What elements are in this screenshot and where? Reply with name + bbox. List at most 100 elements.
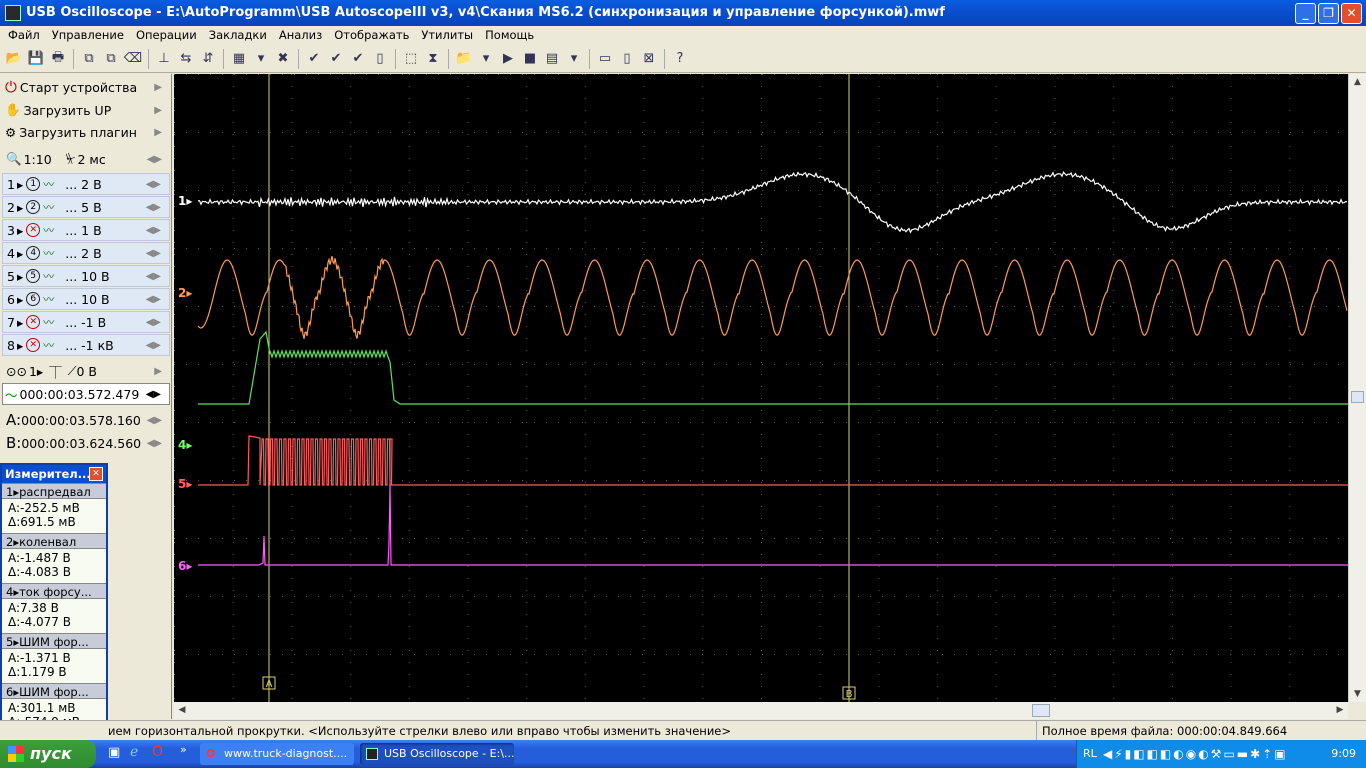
check-down-icon[interactable]: ✔ <box>348 49 368 69</box>
scroll-thumb[interactable] <box>1351 391 1364 403</box>
left-right-arrows-icon[interactable]: ◀▶ <box>146 248 161 259</box>
channel-row-6[interactable]: 6 ▸ 6 〰 ... 10 В ◀▶ <box>2 288 170 310</box>
quicklaunch-icon[interactable]: ▣ <box>108 745 120 760</box>
frame-icon[interactable]: ⬚ <box>401 49 421 69</box>
filter-icon[interactable]: ⧗ <box>423 49 443 69</box>
left-right-arrows-icon[interactable]: ◀▶ <box>147 154 162 165</box>
menu-control[interactable]: Управление <box>46 26 130 45</box>
channel-label-2[interactable]: 2▸ <box>178 286 192 300</box>
play-icon[interactable]: ▶ <box>498 49 518 69</box>
stop-icon[interactable]: ■ <box>520 49 540 69</box>
scroll-left-icon[interactable]: ◀ <box>174 702 190 719</box>
start-button[interactable]: пуск <box>0 740 96 768</box>
doc-icon[interactable]: ▯ <box>617 49 637 69</box>
marker-delete-icon[interactable]: ✖ <box>273 49 293 69</box>
vertical-scrollbar[interactable]: ▲ ▼ <box>1348 74 1366 702</box>
page-icon[interactable]: ▯ <box>370 49 390 69</box>
menu-operations[interactable]: Операции <box>130 26 203 45</box>
channel-row-3[interactable]: 3 ▸ ✕ 〰 ... 1 В ◀▶ <box>2 219 170 241</box>
taskbar-task-oscilloscope[interactable]: USB Oscilloscope - E:\... <box>360 743 514 765</box>
cursor-b-row[interactable]: B: 000:00:03.624.560 ◀▶ <box>2 432 170 454</box>
channel-row-2[interactable]: 2 ▸ 2 〰 ... 5 В ◀▶ <box>2 196 170 218</box>
language-indicator[interactable]: RL <box>1083 740 1097 768</box>
cursor-a-row[interactable]: A: 000:00:03.578.160 ◀▶ <box>2 409 170 431</box>
scroll-up-icon[interactable]: ▲ <box>1349 74 1366 90</box>
menu-view[interactable]: Отображать <box>328 26 415 45</box>
chevron-icon[interactable]: » <box>180 743 187 756</box>
cursor-time-field[interactable]: 〜 000:00:03.572.479 ◀▶ <box>2 383 170 405</box>
channel-enable-icon[interactable]: 5 <box>26 269 41 283</box>
check-all-icon[interactable]: ✔ <box>326 49 346 69</box>
left-right-arrows-icon[interactable]: ◀▶ <box>146 271 161 282</box>
channel-label-4[interactable]: 4▸ <box>178 438 192 452</box>
scroll-right-icon[interactable]: ▶ <box>1332 702 1348 719</box>
chart-icon[interactable]: ▭ <box>595 49 615 69</box>
tray-icons[interactable]: ◀⚡▮◧◧◧◐◉◐⚒▭▬✱⇡▣ <box>1103 740 1288 768</box>
check-icon[interactable]: ✔ <box>304 49 324 69</box>
left-right-arrows-icon[interactable]: ◀▶ <box>146 179 161 190</box>
channel-enable-icon[interactable]: 4 <box>26 246 41 260</box>
left-right-arrows-icon[interactable]: ◀▶ <box>146 340 161 351</box>
scroll-icon[interactable]: ⇆ <box>176 49 196 69</box>
trigger-row[interactable]: ⊙⊙ 1 ▸ ⏉ ⟋ 0 В ▶ <box>2 360 170 382</box>
channel-enable-icon[interactable]: 1 <box>26 177 41 191</box>
channel-enable-icon[interactable]: 6 <box>26 292 41 306</box>
save-icon[interactable]: 💾 <box>26 49 46 69</box>
channel-row-7[interactable]: 7 ▸ ✕ 〰 ... -1 В ◀▶ <box>2 311 170 333</box>
minimize-button[interactable]: _ <box>1295 3 1316 24</box>
channel-row-4[interactable]: 4 ▸ 4 〰 ... 2 В ◀▶ <box>2 242 170 264</box>
menu-utilities[interactable]: Утилиты <box>415 26 479 45</box>
start-device-item[interactable]: ⏻ Старт устройства ▶ <box>2 76 170 98</box>
channel-row-1[interactable]: 1 ▸ 1 〰 ... 2 В ◀▶ <box>2 173 170 195</box>
left-right-arrows-icon[interactable]: ◀▶ <box>146 317 161 328</box>
measurements-title-bar[interactable]: Измерител... ✕ <box>2 465 106 483</box>
dropdown-arrow-icon[interactable]: ▾ <box>476 49 496 69</box>
left-right-arrows-icon[interactable]: ◀▶ <box>147 415 162 426</box>
channel-label-6[interactable]: 6▸ <box>178 559 192 573</box>
grid-icon[interactable]: ▤ <box>542 49 562 69</box>
channel-row-8[interactable]: 8 ▸ ✕ 〰 ... -1 кВ ◀▶ <box>2 334 170 356</box>
opera-icon[interactable]: O <box>152 744 163 760</box>
ie-icon[interactable]: ℯ <box>130 744 138 760</box>
paste-icon[interactable]: ⧉ <box>101 49 121 69</box>
folder-bookmark-icon[interactable]: 📁 <box>454 49 474 69</box>
erase-icon[interactable]: ⌫ <box>123 49 143 69</box>
maximize-button[interactable]: ❐ <box>1318 3 1339 24</box>
left-right-arrows-icon[interactable]: ◀▶ <box>146 389 161 400</box>
scroll-thumb[interactable] <box>1032 704 1050 717</box>
scale-icon[interactable]: ⇵ <box>198 49 218 69</box>
print-icon[interactable]: 🖶 <box>48 49 68 69</box>
help-icon[interactable]: ? <box>670 49 690 69</box>
menu-file[interactable]: Файл <box>2 26 46 45</box>
channel-label-1[interactable]: 1▸ <box>178 194 192 208</box>
channel-disabled-icon[interactable]: ✕ <box>26 338 41 352</box>
channel-disabled-icon[interactable]: ✕ <box>26 223 41 237</box>
dropdown-arrow-icon[interactable]: ▾ <box>251 49 271 69</box>
left-right-arrows-icon[interactable]: ◀▶ <box>146 225 161 236</box>
copy-icon[interactable]: ⧉ <box>79 49 99 69</box>
display-mode-icon[interactable]: ▦ <box>229 49 249 69</box>
horizontal-scrollbar[interactable]: ◀ ▶ <box>174 702 1348 719</box>
close-icon[interactable]: ✕ <box>89 467 103 481</box>
channel-row-5[interactable]: 5 ▸ 5 〰 ... 10 В ◀▶ <box>2 265 170 287</box>
cancel-icon[interactable]: ⊠ <box>639 49 659 69</box>
left-right-arrows-icon[interactable]: ◀▶ <box>146 294 161 305</box>
dropdown-arrow-icon[interactable]: ▾ <box>564 49 584 69</box>
oscilloscope-display[interactable]: A B 1▸ 2▸ 4▸ 5▸ 6▸ <box>174 74 1348 702</box>
left-right-arrows-icon[interactable]: ◀▶ <box>146 202 161 213</box>
close-button[interactable]: ✕ <box>1341 3 1362 24</box>
axes-icon[interactable]: ⊥ <box>154 49 174 69</box>
taskbar-task-browser[interactable]: O www.truck-diagnost.... <box>200 743 354 765</box>
load-up-item[interactable]: ✋ Загрузить UP ▶ <box>2 99 170 121</box>
menu-analysis[interactable]: Анализ <box>273 26 328 45</box>
channel-label-5[interactable]: 5▸ <box>178 477 192 491</box>
zoom-row[interactable]: 🔍 1:10 ⏧ 2 мс ◀▶ <box>2 148 170 170</box>
left-right-arrows-icon[interactable]: ◀▶ <box>147 438 162 449</box>
load-plugin-item[interactable]: ⚙ Загрузить плагин ▶ <box>2 121 170 143</box>
menu-help[interactable]: Помощь <box>479 26 540 45</box>
scroll-down-icon[interactable]: ▼ <box>1349 686 1366 702</box>
menu-bookmarks[interactable]: Закладки <box>203 26 273 45</box>
open-icon[interactable]: 📂 <box>4 49 24 69</box>
channel-enable-icon[interactable]: 2 <box>26 200 41 214</box>
channel-disabled-icon[interactable]: ✕ <box>26 315 41 329</box>
